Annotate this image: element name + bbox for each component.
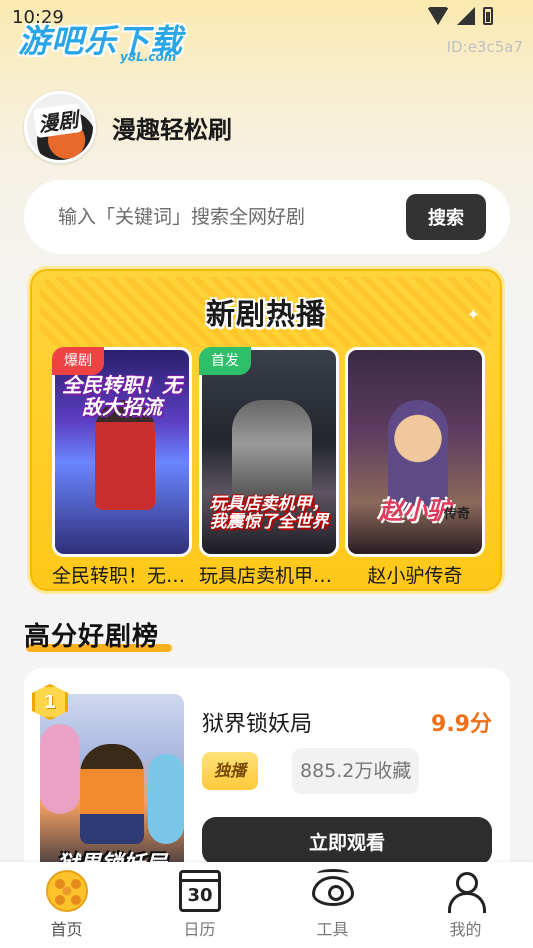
drama-card[interactable]: 赵小驴 传奇 (345, 347, 485, 557)
watermark-subtitle: y8L.com (120, 50, 177, 64)
user-icon (445, 870, 487, 913)
nav-profile[interactable]: 我的 (399, 862, 532, 948)
drama-title[interactable]: 狱界锁妖局 (202, 706, 312, 738)
calendar-number: 30 (187, 885, 213, 906)
cover-figure (388, 400, 448, 510)
device-id: ID:e3c5a7 (446, 38, 523, 56)
nav-label: 工具 (316, 920, 349, 939)
signal-icon (457, 7, 475, 25)
ranking-card[interactable]: 1 狱界锁妖局 狱界锁妖局 9.9分 独播 885.2万收藏 立即观看 (24, 668, 510, 878)
nav-home[interactable]: 首页 (0, 862, 133, 948)
cover-figure (40, 724, 80, 814)
film-reel-icon (46, 870, 88, 912)
search-bar: 搜索 (24, 180, 510, 254)
wifi-icon (427, 7, 449, 25)
cover-figure (80, 744, 144, 844)
cover-title: 玩具店卖机甲，我震惊了全世界 (209, 493, 329, 533)
calendar-icon: 30 (179, 870, 221, 912)
sparkle-icon: ✦ (466, 305, 480, 324)
drama-card[interactable]: 全民转职！无敌大招流 (52, 347, 192, 557)
watermark: 游吧乐下载 y8L.com (18, 16, 183, 64)
search-input[interactable] (58, 198, 388, 236)
search-button[interactable]: 搜索 (406, 194, 486, 240)
cover-subtitle: 传奇 (444, 507, 471, 522)
premiere-badge: 首发 (199, 347, 251, 375)
drama-title[interactable]: 赵小驴传奇 (345, 561, 485, 588)
exclusive-badge: 独播 (202, 752, 259, 790)
drama-title[interactable]: 玩具店卖机甲，我震惊了全世界 (199, 561, 339, 588)
bottom-nav: 首页 30 日历 工具 我的 (0, 862, 533, 948)
section-title-new-drama: 新剧热播 (205, 297, 326, 331)
cover-title: 全民转职！无敌大招流 (62, 373, 182, 419)
status-icons (427, 7, 493, 25)
eye-icon (312, 869, 354, 906)
section-title-ranking: 高分好剧榜 (24, 622, 160, 652)
battery-icon (483, 7, 493, 25)
drama-title[interactable]: 全民转职！无敌大招流 (52, 561, 192, 588)
hot-badge: 爆剧 (52, 347, 104, 375)
rank-badge: 1 (32, 684, 68, 724)
score: 9.9分 (431, 712, 492, 737)
favorites-count: 885.2万收藏 (292, 748, 420, 794)
nav-label: 我的 (449, 920, 482, 939)
nav-calendar[interactable]: 30 日历 (133, 862, 266, 948)
cover-figure (148, 754, 184, 844)
rank-number: 1 (43, 691, 57, 713)
nav-label: 日历 (183, 920, 216, 939)
watch-now-button[interactable]: 立即观看 (202, 817, 492, 865)
app-logo: 漫剧 (24, 91, 96, 163)
app-logo-text: 漫剧 (33, 102, 83, 139)
app-name: 漫趣轻松刷 (112, 116, 232, 144)
drama-card[interactable]: 玩具店卖机甲，我震惊了全世界 (199, 347, 339, 557)
new-drama-panel: 新剧热播 ✦ 全民转职！无敌大招流 爆剧 全民转职！无敌大招流 玩具店卖机甲，我… (27, 266, 505, 594)
nav-tools[interactable]: 工具 (266, 862, 399, 948)
nav-label: 首页 (50, 920, 83, 939)
